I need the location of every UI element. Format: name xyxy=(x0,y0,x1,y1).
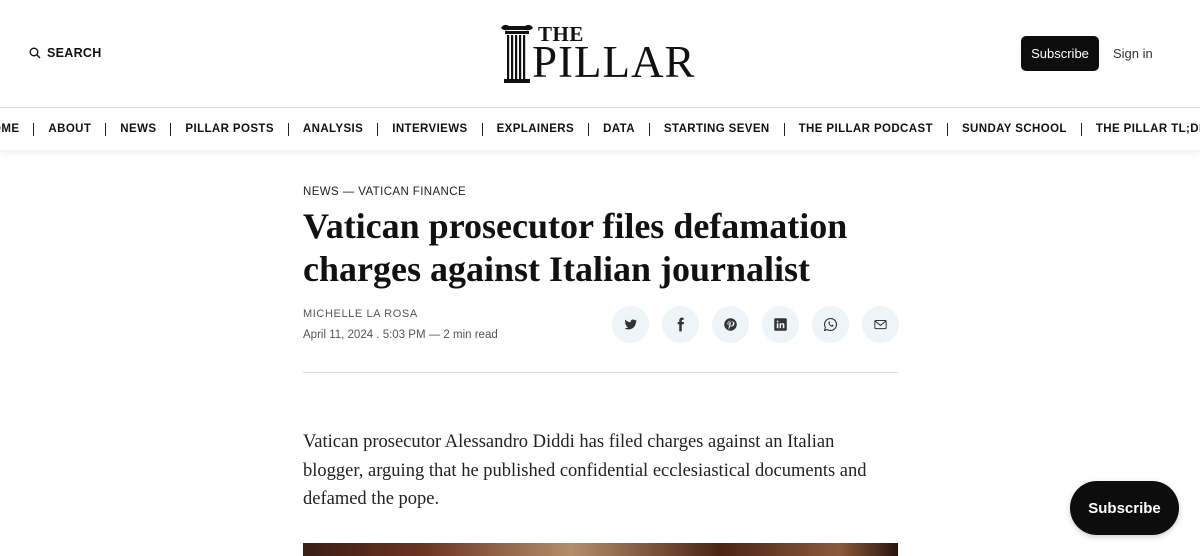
site-header: SEARCH THE PILLAR Subscribe Sign in xyxy=(0,0,1200,108)
nav-list: OME ABOUT NEWS PILLAR POSTS ANALYSIS INT… xyxy=(0,108,1200,150)
share-buttons xyxy=(612,306,899,343)
site-logo[interactable]: THE PILLAR xyxy=(500,20,700,86)
nav-item-podcast[interactable]: THE PILLAR PODCAST xyxy=(783,122,947,136)
nav-item-home[interactable]: OME xyxy=(0,123,33,136)
kicker-tag-link[interactable]: VATICAN FINANCE xyxy=(358,186,466,198)
pinterest-icon xyxy=(724,318,737,331)
subscribe-button[interactable]: Subscribe xyxy=(1021,36,1099,71)
share-facebook-button[interactable] xyxy=(662,306,699,343)
kicker-section-link[interactable]: NEWS xyxy=(303,186,339,198)
floating-subscribe-button[interactable]: Subscribe xyxy=(1070,481,1179,535)
logo-pillar-text: PILLAR xyxy=(532,37,696,87)
search-label: SEARCH xyxy=(47,46,102,60)
signin-link[interactable]: Sign in xyxy=(1113,46,1153,61)
share-pinterest-button[interactable] xyxy=(712,306,749,343)
share-twitter-button[interactable] xyxy=(612,306,649,343)
nav-item-sunday-school[interactable]: SUNDAY SCHOOL xyxy=(946,122,1081,136)
nav-item-interviews[interactable]: INTERVIEWS xyxy=(377,122,481,136)
search-button[interactable]: SEARCH xyxy=(29,46,102,60)
article-title: Vatican prosecutor files defamation char… xyxy=(303,206,848,289)
nav-item-about[interactable]: ABOUT xyxy=(33,122,105,136)
nav-item-starting-seven[interactable]: STARTING SEVEN xyxy=(648,122,784,136)
share-email-button[interactable] xyxy=(862,306,899,343)
pillar-column-icon xyxy=(501,24,533,83)
search-icon xyxy=(29,47,41,59)
share-whatsapp-button[interactable] xyxy=(812,306,849,343)
article-meta: April 11, 2024 . 5:03 PM — 2 min read xyxy=(303,329,498,341)
divider xyxy=(303,372,898,373)
kicker-separator: — xyxy=(342,186,355,198)
twitter-icon xyxy=(624,319,638,330)
share-linkedin-button[interactable] xyxy=(762,306,799,343)
article-lede: Vatican prosecutor Alessandro Diddi has … xyxy=(303,432,867,509)
nav-item-news[interactable]: NEWS xyxy=(105,122,170,136)
nav-item-pillar-posts[interactable]: PILLAR POSTS xyxy=(170,122,288,136)
hero-image xyxy=(303,543,898,556)
facebook-icon xyxy=(677,317,684,332)
nav-item-data[interactable]: DATA xyxy=(588,122,649,136)
nav-item-tldr[interactable]: THE PILLAR TL;DR xyxy=(1080,122,1200,136)
article-kicker: NEWS — VATICAN FINANCE xyxy=(303,186,466,198)
nav-item-analysis[interactable]: ANALYSIS xyxy=(287,122,377,136)
nav-item-explainers[interactable]: EXPLAINERS xyxy=(481,122,589,136)
main-nav: OME ABOUT NEWS PILLAR POSTS ANALYSIS INT… xyxy=(0,108,1200,150)
author-link[interactable]: MICHELLE LA ROSA xyxy=(303,308,418,320)
linkedin-icon xyxy=(774,318,787,331)
whatsapp-icon xyxy=(823,317,838,332)
email-icon xyxy=(874,319,887,330)
